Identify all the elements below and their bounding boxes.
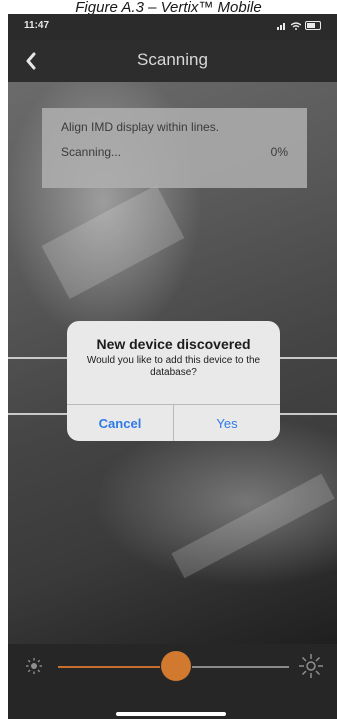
brightness-slider[interactable] xyxy=(58,651,289,681)
camera-glare xyxy=(171,473,335,579)
page-title: Scanning xyxy=(137,50,208,69)
slider-track-filled xyxy=(58,666,160,668)
battery-icon xyxy=(305,21,321,30)
scan-status-box: Align IMD display within lines. Scanning… xyxy=(42,108,307,188)
scan-progress-text: 0% xyxy=(270,145,288,159)
scan-instruction: Align IMD display within lines. xyxy=(61,120,220,134)
brightness-panel xyxy=(8,644,337,719)
dialog-title: New device discovered xyxy=(96,336,251,352)
slider-track-empty xyxy=(192,666,289,668)
wifi-icon xyxy=(291,21,301,30)
cancel-button[interactable]: Cancel xyxy=(67,405,173,441)
yes-button[interactable]: Yes xyxy=(174,405,280,441)
camera-glare xyxy=(41,184,185,300)
slider-thumb[interactable] xyxy=(161,651,191,681)
phone-screen: 11:47 Scanning Align IMD display within … xyxy=(8,14,337,719)
camera-preview: Align IMD display within lines. Scanning… xyxy=(8,82,337,644)
sun-large-icon[interactable] xyxy=(297,652,325,680)
nav-bar: Scanning xyxy=(8,40,337,82)
scan-status-text: Scanning... xyxy=(61,145,122,159)
home-indicator[interactable] xyxy=(116,712,226,716)
status-icons xyxy=(277,21,321,30)
new-device-dialog: New device discovered Would you like to … xyxy=(67,321,280,441)
sun-small-icon[interactable] xyxy=(22,654,46,678)
signal-icon xyxy=(277,22,287,30)
status-time: 11:47 xyxy=(24,20,50,31)
status-bar: 11:47 xyxy=(8,14,337,40)
dialog-message: Would you like to add this device to the… xyxy=(86,355,261,378)
